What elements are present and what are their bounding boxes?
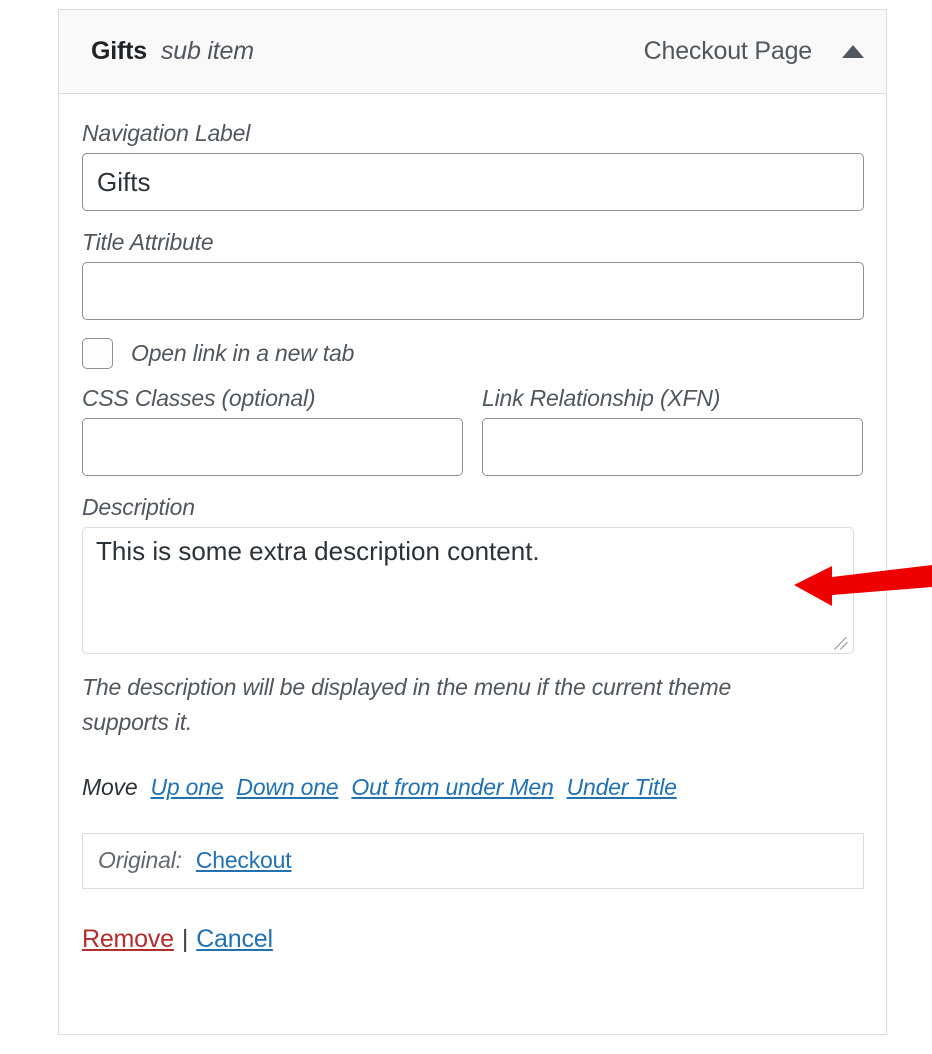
title-attribute-field: Title Attribute bbox=[82, 229, 864, 320]
description-textarea[interactable]: This is some extra description content. bbox=[82, 527, 854, 654]
css-classes-field: CSS Classes (optional) bbox=[82, 385, 463, 476]
open-in-new-tab-checkbox[interactable] bbox=[82, 338, 113, 369]
css-classes-input[interactable] bbox=[82, 418, 463, 476]
move-row: Move Up one Down one Out from under Men Unde… bbox=[82, 774, 854, 801]
open-in-new-tab-label: Open link in a new tab bbox=[131, 340, 355, 366]
link-relationship-field: Link Relationship (XFN) bbox=[482, 385, 863, 476]
move-down-one-link[interactable]: Down one bbox=[236, 774, 338, 800]
move-label: Move bbox=[82, 773, 138, 800]
title-attribute-label: Title Attribute bbox=[82, 229, 214, 255]
menu-item-subtitle: sub item bbox=[160, 37, 254, 65]
navigation-label-field: Navigation Label bbox=[82, 120, 864, 211]
remove-link[interactable]: Remove bbox=[82, 925, 174, 953]
new-tab-row: Open link in a new tab bbox=[82, 338, 854, 369]
title-attribute-input[interactable] bbox=[82, 262, 864, 320]
menu-item-title: Gifts bbox=[91, 37, 147, 65]
chevron-up-icon[interactable] bbox=[842, 45, 864, 58]
move-under-title-link[interactable]: Under Title bbox=[567, 774, 677, 800]
menu-item-type-label: Checkout Page bbox=[643, 37, 813, 65]
css-xfn-row: CSS Classes (optional) Link Relationship… bbox=[82, 385, 863, 476]
cancel-link[interactable]: Cancel bbox=[196, 925, 273, 953]
original-label: Original: bbox=[98, 847, 182, 874]
description-label: Description bbox=[82, 494, 195, 520]
description-text-value: This is some extra description content. bbox=[96, 536, 540, 566]
description-help-text: The description will be displayed in the… bbox=[82, 674, 732, 735]
link-relationship-label: Link Relationship (XFN) bbox=[482, 385, 721, 411]
original-row: Original: Checkout bbox=[82, 832, 864, 889]
css-classes-label: CSS Classes (optional) bbox=[82, 385, 316, 411]
navigation-label-label: Navigation Label bbox=[82, 120, 251, 146]
original-target-link[interactable]: Checkout bbox=[196, 847, 292, 874]
link-relationship-input[interactable] bbox=[482, 418, 863, 476]
navigation-label-input[interactable] bbox=[82, 153, 864, 211]
description-field: Description This is some extra descripti… bbox=[82, 494, 854, 740]
menu-item-settings-panel: Gifts sub item Checkout Page Navigation … bbox=[58, 9, 887, 1035]
actions-separator: | bbox=[181, 924, 189, 953]
move-up-one-link[interactable]: Up one bbox=[150, 774, 223, 800]
move-out-from-under-link[interactable]: Out from under Men bbox=[351, 774, 553, 800]
menu-item-form: Navigation Label Title Attribute Open li… bbox=[59, 94, 886, 954]
menu-item-header[interactable]: Gifts sub item Checkout Page bbox=[59, 10, 886, 94]
resize-handle-icon[interactable] bbox=[833, 634, 850, 651]
actions-row: Remove | Cancel bbox=[82, 925, 854, 954]
